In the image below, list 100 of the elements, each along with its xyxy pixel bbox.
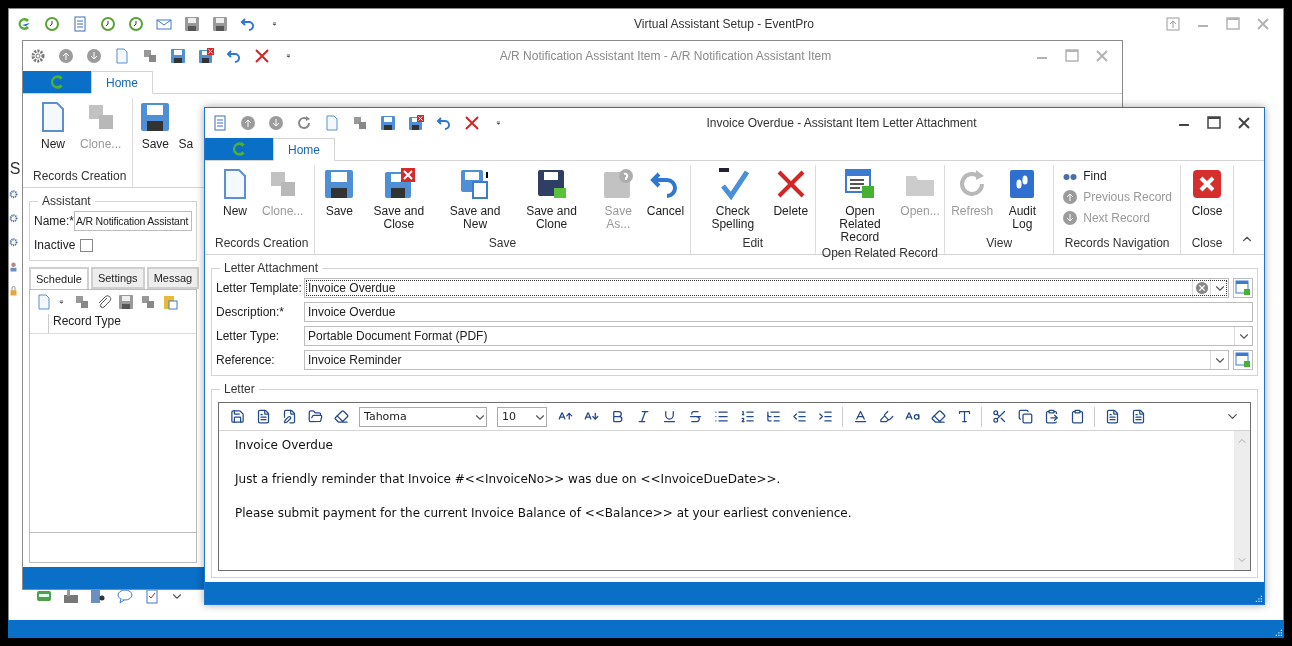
input-field[interactable]: Portable Document Format (PDF)	[304, 326, 1253, 346]
cubes-icon[interactable]	[142, 48, 158, 64]
clear-format-icon[interactable]	[930, 409, 946, 424]
ribbon-button[interactable]: Check Spelling	[696, 165, 769, 233]
font-size-dropdown[interactable]: 10	[497, 406, 547, 427]
undo-icon[interactable]	[240, 16, 256, 32]
ribbon-button[interactable]: Audit Log	[997, 165, 1048, 233]
italic-icon[interactable]	[635, 409, 651, 424]
refresh-icon[interactable]	[296, 115, 312, 131]
ribbon-button[interactable]: Save	[135, 98, 176, 153]
ribbon-button[interactable]: Save and Close	[361, 165, 437, 233]
ribbon-button[interactable]: Save	[321, 165, 358, 220]
save-close-icon[interactable]	[198, 48, 214, 64]
document-icon[interactable]	[255, 409, 271, 424]
numbered-list-icon[interactable]	[739, 409, 755, 424]
bullet-list-icon[interactable]	[713, 409, 729, 424]
clock-icon[interactable]	[100, 16, 116, 32]
group-label: View	[985, 236, 1014, 252]
factory-icon[interactable]	[63, 588, 79, 604]
paste-icon[interactable]	[1043, 409, 1059, 424]
font-color-icon[interactable]	[852, 409, 868, 424]
delete-icon[interactable]	[464, 115, 480, 131]
clipboard-icon[interactable]	[1069, 409, 1085, 424]
field-label: Letter Template:	[216, 281, 302, 295]
copy-icon[interactable]	[1017, 409, 1033, 424]
save-question-icon	[602, 168, 635, 200]
close-icon[interactable]	[1236, 115, 1252, 131]
ribbon-button[interactable]: New	[33, 98, 73, 153]
ribbon-button[interactable]: Sa	[175, 98, 194, 153]
save-close-icon[interactable]	[408, 115, 424, 131]
indent-icon[interactable]	[817, 409, 833, 424]
clock-icon[interactable]	[44, 16, 60, 32]
save-icon	[139, 101, 172, 133]
input-field[interactable]: Invoice Reminder	[304, 350, 1229, 370]
font-icon[interactable]	[956, 409, 972, 424]
tab[interactable]: Schedule	[29, 267, 89, 289]
save-icon[interactable]	[212, 16, 228, 32]
clear-icon[interactable]	[1194, 281, 1209, 295]
checklist-icon[interactable]	[144, 588, 160, 604]
outdent-icon[interactable]	[791, 409, 807, 424]
clipboard-icon[interactable]	[162, 294, 178, 310]
folder-icon[interactable]	[307, 409, 323, 424]
logo-icon[interactable]	[16, 16, 32, 32]
cubes-icon[interactable]	[74, 294, 90, 310]
merge-field-icon[interactable]	[1104, 409, 1120, 424]
group-label: Records Navigation	[1063, 236, 1171, 252]
input-field[interactable]: Invoice Overdue	[304, 302, 1253, 322]
paperclip-icon[interactable]	[96, 294, 112, 310]
cubes-icon[interactable]	[352, 115, 368, 131]
tab[interactable]: Messag	[146, 267, 200, 289]
eraser-icon[interactable]	[333, 409, 349, 424]
input-field[interactable]: Invoice Overdue	[304, 278, 1229, 298]
save-icon[interactable]	[380, 115, 396, 131]
input-field[interactable]: A/R Notification Assistant	[74, 211, 192, 231]
field-label: Inactive	[34, 238, 77, 252]
restore-up-icon[interactable]	[1165, 16, 1181, 32]
maximize-icon[interactable]	[1206, 115, 1222, 131]
new-record-icon[interactable]	[1235, 352, 1251, 368]
ribbon-button[interactable]: Save and New	[440, 165, 510, 233]
highlight-icon[interactable]	[878, 409, 894, 424]
ribbon-tab[interactable]: Home	[273, 138, 335, 161]
multilevel-list-icon[interactable]	[765, 409, 781, 424]
field-label: Description:*	[216, 305, 286, 319]
group-legend: Letter Attachment	[220, 261, 323, 275]
letter-editor[interactable]: Invoice Overdue Just a friendly reminder that Invoice #<<InvoiceNo>> was due on <<InvoiceDueDate>>. Please submit payment for the current Invoice Balance of <<Balance>> at your earliest convenience.	[219, 431, 1234, 570]
building-person-icon[interactable]	[90, 588, 106, 604]
cubes-icon[interactable]	[140, 294, 156, 310]
mail-icon[interactable]	[156, 16, 172, 32]
insert-field-icon[interactable]	[1130, 409, 1146, 424]
spell-check-icon	[716, 168, 749, 200]
ribbon-tab[interactable]: Home	[91, 71, 153, 94]
field-label: Name:*	[34, 214, 72, 228]
settings-icon[interactable]	[30, 48, 46, 64]
undo-icon[interactable]	[436, 115, 452, 131]
column-header[interactable]: Record Type	[48, 314, 121, 333]
ribbon-button[interactable]: Find	[1060, 167, 1174, 185]
save-icon[interactable]	[118, 294, 134, 310]
letter-paragraph: Invoice Overdue	[235, 437, 334, 453]
ribbon-button[interactable]: Cancel	[647, 165, 684, 220]
undo-icon[interactable]	[226, 48, 242, 64]
ribbon-button[interactable]: Delete	[772, 165, 809, 220]
ribbon-button[interactable]: Close	[1187, 165, 1227, 220]
cut-icon[interactable]	[991, 409, 1007, 424]
speech-bubble-icon[interactable]	[117, 588, 133, 604]
card-icon[interactable]	[36, 588, 52, 604]
strikethrough-icon[interactable]	[687, 409, 703, 424]
clock-icon[interactable]	[128, 16, 144, 32]
ribbon-button[interactable]: Open Related Record	[821, 165, 899, 246]
new-record-icon[interactable]	[1235, 280, 1251, 296]
ribbon-button[interactable]: New	[215, 165, 255, 220]
font-dropdown[interactable]: Tahoma	[359, 406, 487, 427]
tab[interactable]: Settings	[90, 267, 145, 289]
save-icon[interactable]	[229, 409, 245, 424]
edit-document-icon[interactable]	[281, 409, 297, 424]
save-icon[interactable]	[170, 48, 186, 64]
ribbon-button[interactable]: Save and Clone	[513, 165, 590, 233]
delete-icon[interactable]	[254, 48, 270, 64]
checkbox[interactable]	[80, 238, 93, 252]
underline-icon[interactable]	[661, 409, 677, 424]
save-icon[interactable]	[184, 16, 200, 32]
